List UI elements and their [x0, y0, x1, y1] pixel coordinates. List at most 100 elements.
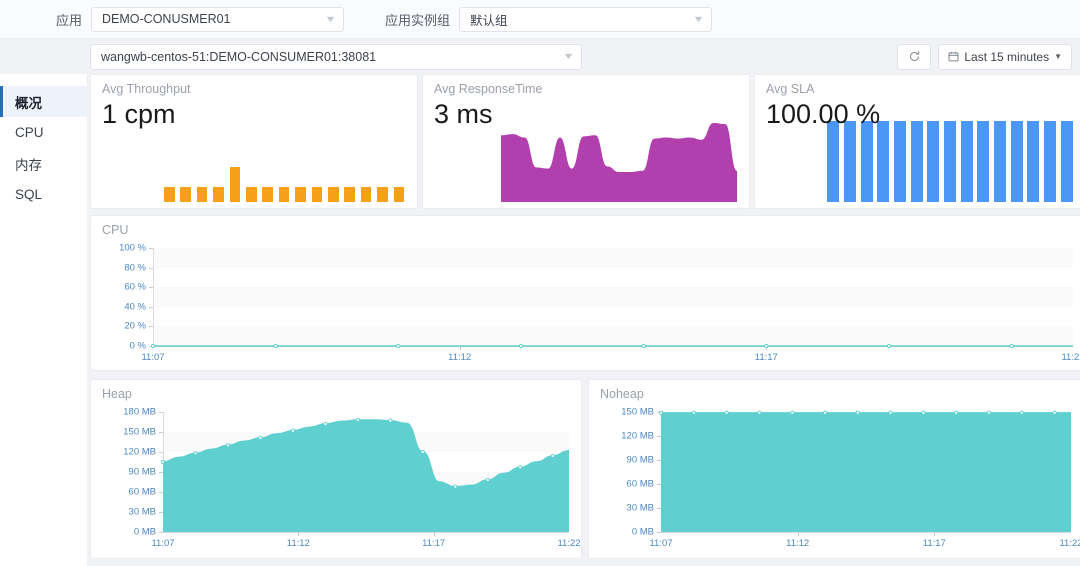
- avg-sla-value: 100.00 %: [766, 99, 881, 129]
- y-axis-line: [153, 248, 154, 346]
- sparkline-bar: [344, 187, 355, 202]
- sidebar-item-overview[interactable]: 概况: [0, 86, 87, 117]
- y-axis-line: [661, 412, 662, 532]
- sparkline-bar: [827, 121, 840, 202]
- y-axis-tick-label: 0 MB: [631, 526, 654, 538]
- sparkline-bar: [1027, 121, 1040, 202]
- sparkline-bar: [994, 121, 1006, 202]
- x-axis-tick-label: 11:07: [151, 538, 175, 549]
- application-select[interactable]: DEMO-CONUSMER01 ▼: [91, 6, 345, 32]
- y-axis-tick-label: 150 MB: [123, 426, 156, 438]
- card-title: CPU: [102, 223, 129, 237]
- x-axis-tick: [459, 346, 461, 350]
- card-noheap[interactable]: Noheap 0 MB 30 MB 60 MB 90 MB 120 MB 150 MB 11…: [588, 379, 1080, 559]
- x-axis-line: [163, 532, 569, 533]
- x-axis-tick-label: 11:12: [286, 538, 310, 549]
- x-axis-tick-label: 11:17: [422, 538, 446, 549]
- y-axis-tick-label: 120 MB: [123, 446, 156, 458]
- chevron-down-icon: ▼: [1054, 52, 1062, 61]
- sparkline-bar: [944, 121, 956, 202]
- y-axis-tick-label: 60 MB: [626, 478, 654, 490]
- sparkline-bar: [860, 121, 873, 202]
- sparkline-bar: [311, 187, 323, 202]
- instance-select-value: wangwb-centos-51:DEMO-CONSUMER01:38081: [101, 49, 377, 64]
- x-axis-tick-label: 11:07: [141, 352, 165, 363]
- sparkline-bar: [1060, 121, 1073, 202]
- card-title: Avg Throughput: [102, 82, 191, 96]
- time-range-button[interactable]: Last 15 minutes ▼: [938, 43, 1072, 70]
- x-axis-tick-label: 11:12: [786, 538, 810, 549]
- application-label: 应用: [56, 12, 83, 28]
- chevron-down-icon: ▼: [324, 13, 337, 24]
- sparkline-bar: [328, 187, 339, 202]
- y-axis-tick-label: 0 MB: [133, 526, 156, 538]
- x-axis-tick-label: 11:12: [448, 352, 472, 363]
- sparkline-bar: [910, 121, 923, 202]
- sparkline-bar: [164, 187, 175, 202]
- x-axis-tick: [934, 532, 936, 536]
- card-avg-responsetime[interactable]: Avg ResponseTime 3 ms: [422, 74, 750, 209]
- sparkline-bar: [1044, 121, 1056, 202]
- sidebar-item-label: 概况: [15, 95, 42, 111]
- card-title: Avg SLA: [766, 82, 815, 96]
- application-select-value: DEMO-CONUSMER01: [102, 12, 231, 26]
- card-avg-throughput[interactable]: Avg Throughput 1 cpm: [90, 74, 418, 209]
- y-axis-tick-label: 60 MB: [128, 486, 156, 498]
- y-axis-tick-label: 90 MB: [128, 466, 156, 478]
- sparkline-bar: [927, 121, 940, 202]
- y-axis-tick-label: 60 %: [124, 281, 146, 293]
- refresh-icon: [909, 51, 920, 62]
- x-axis-tick-label: 11:17: [922, 538, 946, 549]
- y-axis-tick-label: 180 MB: [123, 406, 156, 418]
- sparkline-bar: [295, 187, 306, 202]
- grid-band: [153, 248, 1073, 268]
- card-cpu[interactable]: CPU 0 % 20 % 40 % 60 % 80 % 100 % 11:07 11:12 11…: [90, 215, 1080, 371]
- instance-group-select[interactable]: 默认组 ▼: [459, 6, 713, 32]
- x-axis-tick-label: 11:22: [1059, 538, 1080, 549]
- y-axis-tick-label: 0 %: [129, 340, 146, 352]
- y-axis-tick-label: 120 MB: [621, 430, 654, 442]
- y-axis-tick-label: 40 %: [124, 301, 146, 313]
- instance-group-select-value: 默认组: [470, 13, 508, 28]
- sparkline-bar: [262, 187, 273, 202]
- sparkline-bar: [960, 121, 973, 202]
- x-axis-tick-label: 11:22: [1061, 352, 1080, 363]
- sidebar-nav: 概况 CPU 内存 SQL: [0, 74, 88, 566]
- x-axis-tick-label: 11:17: [754, 352, 778, 363]
- y-axis-tick-label: 150 MB: [621, 406, 654, 418]
- card-avg-sla[interactable]: Avg SLA 100.00 %: [754, 74, 1080, 209]
- sidebar-item-memory[interactable]: 内存: [0, 148, 87, 179]
- grid-band: [163, 472, 569, 492]
- instance-group-filter: 应用实例组 默认组 ▼: [385, 6, 713, 32]
- y-axis-tick-label: 30 MB: [626, 502, 654, 514]
- x-axis-tick: [298, 532, 300, 536]
- grid-band: [661, 460, 1071, 484]
- sparkline-bar: [246, 187, 257, 202]
- x-axis-tick-label: 11:22: [557, 538, 581, 549]
- y-axis-tick-label: 80 %: [124, 262, 146, 274]
- dashboard-content: Avg Throughput 1 cpm Avg ResponseTime 3 …: [88, 74, 1080, 566]
- sparkline-bar: [180, 187, 191, 202]
- calendar-icon: [948, 51, 959, 62]
- refresh-button[interactable]: [897, 43, 932, 70]
- grid-band: [661, 508, 1071, 532]
- instance-toolbar: wangwb-centos-51:DEMO-CONSUMER01:38081 ▼: [0, 39, 1080, 74]
- sparkline-bar: [977, 121, 990, 202]
- sparkline-bar: [196, 187, 208, 202]
- sidebar-item-label: CPU: [15, 125, 44, 140]
- toolbar-actions: Last 15 minutes ▼: [897, 43, 1072, 70]
- card-title: Noheap: [600, 387, 644, 401]
- dashboard-body: 概况 CPU 内存 SQL Avg Throughput 1 cpm Avg R…: [0, 74, 1080, 566]
- instance-group-label: 应用实例组: [385, 12, 451, 28]
- filter-toolbar: 应用 DEMO-CONUSMER01 ▼ 应用实例组 默认组 ▼: [0, 0, 1080, 39]
- sidebar-item-sql[interactable]: SQL: [0, 179, 87, 210]
- grid-band: [163, 512, 569, 532]
- grid-band: [153, 287, 1073, 307]
- card-heap[interactable]: Heap 0 MB 30 MB 60 MB 90 MB 120 MB 150 MB 180 …: [90, 379, 582, 559]
- y-axis-tick-label: 20 %: [124, 320, 146, 332]
- instance-select[interactable]: wangwb-centos-51:DEMO-CONSUMER01:38081 ▼: [90, 43, 582, 70]
- sidebar-item-cpu[interactable]: CPU: [0, 117, 87, 148]
- sparkline-bar: [213, 187, 224, 202]
- sparkline-bar: [377, 187, 388, 202]
- y-axis-tick-label: 90 MB: [626, 454, 654, 466]
